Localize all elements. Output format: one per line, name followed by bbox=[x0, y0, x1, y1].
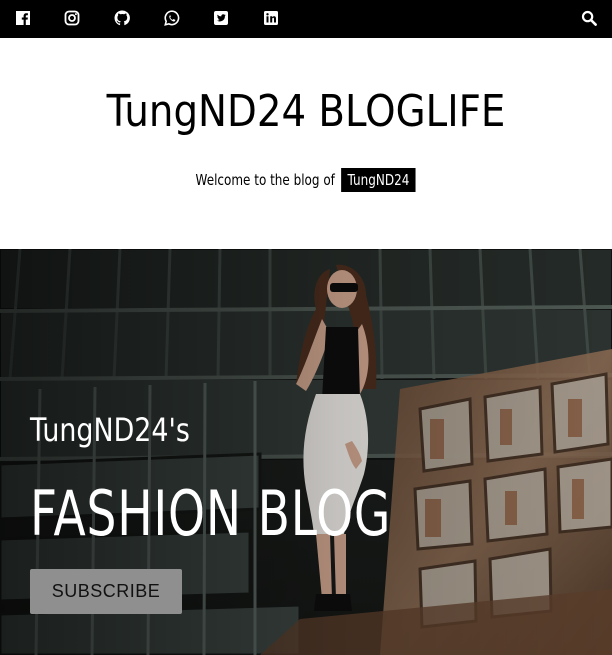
subscribe-button[interactable]: SUBSCRIBE bbox=[30, 569, 182, 614]
linkedin-icon[interactable] bbox=[263, 10, 279, 26]
site-tagline: Welcome to the blog of TungND24 bbox=[0, 168, 612, 192]
facebook-icon[interactable] bbox=[15, 10, 31, 26]
site-title[interactable]: TungND24 BLOGLIFE bbox=[37, 90, 576, 134]
tagline-text: Welcome to the blog of bbox=[195, 171, 336, 189]
hero-subtitle: TungND24's bbox=[30, 411, 190, 449]
hero-banner: TungND24's FASHION BLOG SUBSCRIBE bbox=[0, 249, 612, 655]
hero-title: FASHION BLOG bbox=[30, 477, 392, 550]
twitter-icon[interactable] bbox=[213, 10, 229, 26]
instagram-icon[interactable] bbox=[64, 10, 80, 26]
author-badge: TungND24 bbox=[341, 168, 417, 192]
whatsapp-icon[interactable] bbox=[164, 10, 180, 26]
search-icon[interactable] bbox=[581, 10, 597, 26]
site-header: TungND24 BLOGLIFE Welcome to the blog of… bbox=[0, 38, 612, 249]
top-bar bbox=[0, 0, 612, 38]
github-icon[interactable] bbox=[114, 10, 130, 26]
